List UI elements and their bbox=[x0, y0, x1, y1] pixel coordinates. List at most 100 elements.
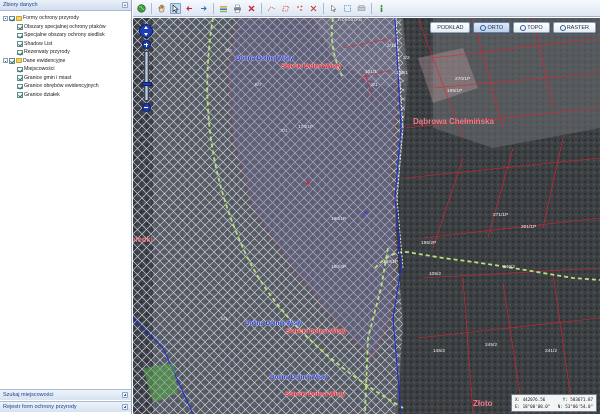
tree-group-nature-protection[interactable]: Formy ochrony przyrody bbox=[0, 14, 131, 23]
parcel-label: 271/1P bbox=[493, 213, 509, 218]
layer-icon bbox=[559, 25, 566, 31]
parcel-label: 101/1 bbox=[365, 70, 378, 75]
print-icon[interactable] bbox=[232, 3, 243, 14]
left-panel: Zbiory danych Formy ochrony przyrody Obs… bbox=[0, 0, 132, 414]
checkbox[interactable] bbox=[9, 15, 15, 21]
checkbox[interactable] bbox=[9, 58, 15, 64]
toolbar-separator bbox=[213, 2, 214, 14]
zoom-slider[interactable] bbox=[142, 51, 152, 101]
layer-label: ORTO bbox=[487, 24, 504, 31]
layers-icon[interactable] bbox=[218, 3, 229, 14]
checkbox[interactable] bbox=[17, 83, 23, 89]
data-sets-header[interactable]: Zbiory danych bbox=[0, 0, 131, 11]
zoom-out-icon[interactable] bbox=[356, 3, 367, 14]
parcel-label: 105/2 bbox=[429, 272, 442, 277]
clear-icon[interactable] bbox=[308, 3, 319, 14]
map-toolbar bbox=[133, 0, 600, 17]
zoom-slider-handle[interactable] bbox=[142, 82, 152, 86]
back-icon[interactable] bbox=[184, 3, 195, 14]
region-label: Złoto bbox=[473, 399, 493, 408]
toolbar-separator bbox=[323, 2, 324, 14]
checkbox[interactable] bbox=[17, 41, 23, 47]
collapse-icon[interactable] bbox=[3, 58, 8, 64]
expand-icon[interactable] bbox=[122, 392, 128, 398]
pointer-icon[interactable] bbox=[328, 3, 339, 14]
search-locality-panel[interactable]: Szukaj miejscowości bbox=[0, 389, 131, 400]
registry-panel[interactable]: Rejestr form ochrony przyrody bbox=[0, 401, 131, 412]
folder-icon bbox=[16, 15, 22, 21]
checkbox[interactable] bbox=[17, 49, 23, 55]
tree-label: Granice gmin i miast bbox=[24, 74, 72, 81]
info-icon[interactable] bbox=[376, 3, 387, 14]
checkbox[interactable] bbox=[17, 75, 23, 81]
tree-layer-municipality-borders[interactable]: Granice gmin i miast bbox=[0, 74, 131, 83]
expand-icon[interactable] bbox=[122, 404, 128, 410]
select-icon[interactable] bbox=[170, 2, 181, 14]
collapse-panel-icon[interactable] bbox=[122, 2, 128, 8]
parcel-label: 245/2 bbox=[485, 343, 498, 348]
layer-icon bbox=[520, 25, 527, 31]
tree-layer-reserves[interactable]: Rezerwaty przyrody bbox=[0, 48, 131, 57]
toolbar-separator bbox=[261, 2, 262, 14]
collapse-icon[interactable] bbox=[3, 15, 8, 21]
tree-group-cadastral-data[interactable]: Dane ewidencyjne bbox=[0, 57, 131, 66]
registry-label: Rejestr form ochrony przyrody bbox=[3, 404, 77, 410]
parcel-label: 7/1 bbox=[281, 129, 288, 134]
zoom-in-button[interactable] bbox=[141, 40, 151, 49]
parcel-label: 100/2P bbox=[331, 265, 347, 270]
tree-layer-shadow-list[interactable]: Shadow List bbox=[0, 40, 131, 49]
map-marker[interactable] bbox=[306, 181, 310, 185]
layer-button-podklad[interactable]: PODKŁAD bbox=[430, 22, 471, 33]
parcel-label: 3/2 bbox=[403, 56, 410, 61]
layer-tree: Formy ochrony przyrody Obszary specjalne… bbox=[0, 11, 131, 99]
region-label: Dolina Dolnej Wisły bbox=[245, 320, 303, 327]
layer-label: RASTER bbox=[566, 24, 589, 31]
tree-label: Miejscowości bbox=[24, 66, 55, 73]
forward-icon[interactable] bbox=[198, 3, 209, 14]
measure-point-icon[interactable] bbox=[294, 3, 305, 14]
parcel-label: 174/1P bbox=[298, 125, 314, 130]
tree-layer-spa-birds[interactable]: Obszary specjalnej ochrony ptaków bbox=[0, 23, 131, 32]
region-label: Dąbrowa Chełmińska bbox=[413, 117, 494, 126]
town-label: Kokoszka bbox=[338, 18, 362, 23]
globe-icon[interactable] bbox=[136, 3, 147, 14]
parcel-label: 190/1P bbox=[331, 217, 347, 222]
parcel-label: 201/1P bbox=[521, 225, 537, 230]
parcel-label: 3/1 bbox=[371, 83, 378, 88]
checkbox[interactable] bbox=[17, 24, 23, 30]
data-sets-title: Zbiory danych bbox=[3, 2, 38, 8]
map-view[interactable]: PODKŁAD ORTO TOPO RASTER Dolina Dolnej W… bbox=[133, 18, 600, 414]
checkbox[interactable] bbox=[17, 92, 23, 98]
delete-icon[interactable] bbox=[246, 3, 257, 14]
checkbox[interactable] bbox=[17, 32, 23, 38]
tree-layer-parcel-borders[interactable]: Granice działek bbox=[0, 91, 131, 100]
parcel-label: 2/12 bbox=[387, 44, 397, 49]
measure-area-icon[interactable] bbox=[280, 3, 291, 14]
tree-layer-localities[interactable]: Miejscowości bbox=[0, 65, 131, 74]
map-canvas[interactable] bbox=[133, 18, 600, 414]
pan-compass-icon[interactable] bbox=[139, 24, 153, 38]
coord-row-en: E: 18°08'08.0" N: 53°06'54.0" bbox=[515, 404, 593, 411]
tree-label: Shadow List bbox=[24, 40, 53, 47]
checkbox[interactable] bbox=[17, 66, 23, 72]
tree-label: Specjalne obszary ochrony siedlisk bbox=[24, 32, 105, 39]
parcel-label: 5/1 bbox=[221, 317, 228, 322]
zoom-out-button[interactable] bbox=[141, 103, 151, 112]
zoom-box-icon[interactable] bbox=[342, 3, 353, 14]
parcel-label: 195/1P bbox=[447, 89, 463, 94]
toolbar-separator bbox=[371, 2, 372, 14]
region-label: Solecki Dolina Wisły bbox=[281, 63, 342, 70]
tree-layer-sac-habitats[interactable]: Specjalne obszary ochrony siedlisk bbox=[0, 31, 131, 40]
tree-layer-precinct-borders[interactable]: Granice obrębów ewidencyjnych bbox=[0, 82, 131, 91]
layer-label: PODKŁAD bbox=[437, 24, 464, 31]
measure-line-icon[interactable] bbox=[266, 3, 277, 14]
parcel-label: 7/3 bbox=[225, 49, 232, 54]
hand-icon[interactable] bbox=[156, 3, 167, 14]
parcel-label: 270/1P bbox=[455, 77, 471, 82]
zoom-control bbox=[139, 24, 153, 112]
layer-button-raster[interactable]: RASTER bbox=[552, 22, 596, 33]
search-locality-label: Szukaj miejscowości bbox=[3, 392, 54, 398]
layer-button-orto[interactable]: ORTO bbox=[473, 22, 511, 33]
layer-button-topo[interactable]: TOPO bbox=[513, 22, 550, 33]
parcel-label: 241/2 bbox=[545, 349, 558, 354]
